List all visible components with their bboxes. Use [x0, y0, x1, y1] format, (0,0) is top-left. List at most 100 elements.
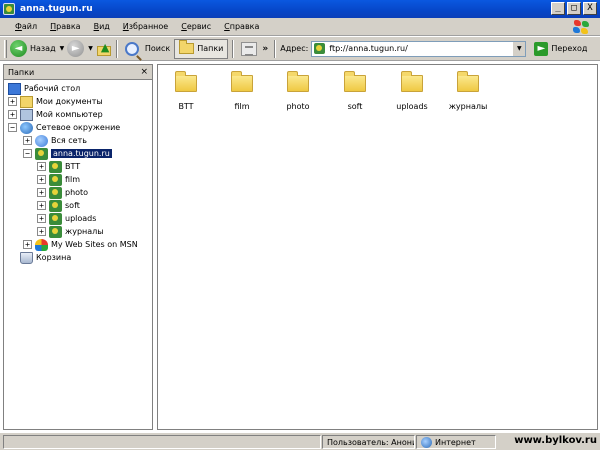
menu-file[interactable]: Файл [15, 22, 37, 31]
tree-item-label: Сетевое окружение [36, 123, 121, 132]
menu-view[interactable]: Вид [94, 22, 110, 31]
tree-item-label: Вся сеть [51, 136, 87, 145]
ftp-site-icon [3, 3, 15, 15]
tree-item-recycle-bin[interactable]: Корзина [20, 251, 71, 264]
tree-item-label: Мои документы [36, 97, 103, 106]
folder-item-film[interactable]: film [214, 69, 270, 119]
go-arrow-icon: ► [534, 41, 549, 56]
tree-item-soft[interactable]: + soft [37, 199, 80, 212]
folder-item-soft[interactable]: soft [327, 69, 383, 119]
folder-item-btt[interactable]: BTT [158, 69, 214, 119]
tree-item-label: Корзина [36, 253, 72, 262]
go-button[interactable]: ► Переход [529, 39, 587, 59]
back-button[interactable]: ◄ Назад ▼ [10, 39, 64, 59]
tree-item-photo[interactable]: + photo [37, 186, 88, 199]
expand-icon[interactable]: + [37, 227, 46, 236]
back-dropdown-icon[interactable]: ▼ [60, 45, 65, 52]
tree-item-label: My Web Sites on MSN [51, 240, 138, 249]
toolbar-separator [274, 39, 277, 58]
back-arrow-icon: ◄ [10, 40, 27, 57]
tree-item-film[interactable]: + film [37, 173, 80, 186]
tree-item-my-computer[interactable]: + Мой компьютер [8, 108, 103, 121]
status-panel-main [3, 435, 321, 449]
address-label: Адрес: [280, 44, 309, 53]
expand-icon[interactable]: + [37, 201, 46, 210]
folder-item-photo[interactable]: photo [270, 69, 326, 119]
collapse-icon[interactable]: − [8, 123, 17, 132]
minimize-button[interactable]: _ [551, 2, 565, 15]
expand-icon[interactable]: + [23, 136, 32, 145]
close-button[interactable]: X [583, 2, 597, 15]
window-title: anna.tugun.ru [20, 4, 93, 14]
tree-item-desktop[interactable]: Рабочий стол [8, 82, 80, 95]
toolbar-separator [115, 39, 118, 58]
views-button[interactable] [241, 39, 258, 59]
content-pane: BTT film photo soft uploads журналы [157, 64, 598, 430]
forward-button[interactable]: ► ▼ [67, 39, 93, 59]
expand-icon[interactable]: + [37, 188, 46, 197]
views-icon [241, 41, 258, 56]
folder-icon [287, 71, 309, 92]
folder-item-uploads[interactable]: uploads [384, 69, 440, 119]
tree-item-uploads[interactable]: + uploads [37, 212, 96, 225]
ftp-site-icon [314, 43, 326, 54]
menu-favorites[interactable]: Избранное [123, 22, 168, 31]
toolbar-grip[interactable] [4, 39, 7, 58]
address-dropdown-icon[interactable]: ▼ [512, 41, 526, 56]
folder-item-journals[interactable]: журналы [440, 69, 496, 119]
expand-icon[interactable]: + [8, 110, 17, 119]
folder-icon [344, 71, 366, 92]
toolbar-separator [232, 39, 235, 58]
collapse-icon[interactable]: − [23, 149, 32, 158]
ftp-folder-icon [49, 199, 62, 212]
title-bar: anna.tugun.ru _ □ X [0, 0, 600, 18]
search-icon [124, 41, 139, 56]
folder-icon [231, 71, 253, 92]
forward-dropdown-icon[interactable]: ▼ [88, 45, 93, 52]
expand-icon[interactable]: + [23, 240, 32, 249]
up-button[interactable]: ▲ [96, 39, 112, 59]
ftp-folder-icon [49, 173, 62, 186]
windows-logo-icon [572, 19, 590, 35]
expand-icon[interactable]: + [37, 162, 46, 171]
folder-up-icon: ▲ [96, 41, 112, 57]
tree-item-btt[interactable]: + BTT [37, 160, 80, 173]
address-value: ftp://anna.tugun.ru/ [329, 44, 408, 53]
watermark: www.bylkov.ru [514, 435, 597, 446]
address-input[interactable]: ftp://anna.tugun.ru/ ▼ [311, 40, 527, 57]
folders-pane: Папки × Рабочий стол + Мои документы + М… [3, 64, 153, 430]
folder-icon [457, 71, 479, 92]
search-button[interactable]: Поиск [124, 39, 171, 59]
network-icon [20, 121, 33, 134]
folder-icon [401, 71, 423, 92]
more-chevron-icon[interactable]: » [262, 44, 268, 54]
expand-icon[interactable]: + [37, 214, 46, 223]
tree-item-network[interactable]: − Сетевое окружение [8, 121, 120, 134]
ftp-folder-icon [49, 212, 62, 225]
status-user: Пользователь: Аноним [322, 435, 415, 449]
status-zone-text: Интернет [435, 437, 476, 447]
menu-help[interactable]: Справка [224, 22, 259, 31]
forward-arrow-icon: ► [67, 40, 85, 57]
close-pane-icon[interactable]: × [140, 67, 148, 77]
tree-item-entire-network[interactable]: + Вся сеть [23, 134, 87, 147]
folder-name: BTT [178, 102, 194, 111]
expand-icon[interactable]: + [37, 175, 46, 184]
tree-item-ftp-site[interactable]: − anna.tugun.ru [23, 147, 112, 160]
maximize-button[interactable]: □ [567, 2, 581, 15]
expand-icon[interactable]: + [8, 97, 17, 106]
folders-label: Папки [197, 44, 224, 53]
tree-item-label: uploads [65, 214, 97, 223]
folder-name: film [234, 102, 250, 111]
tree-item-msn-sites[interactable]: + My Web Sites on MSN [23, 238, 138, 251]
ftp-folder-icon [49, 160, 62, 173]
menu-edit[interactable]: Правка [50, 22, 80, 31]
recycle-bin-icon [20, 251, 33, 264]
menu-tools[interactable]: Сервис [181, 22, 211, 31]
go-label: Переход [551, 44, 588, 53]
tree-item-journals[interactable]: + журналы [37, 225, 104, 238]
ftp-site-icon [35, 147, 48, 160]
search-label: Поиск [144, 44, 171, 53]
folders-button[interactable]: Папки [174, 38, 229, 59]
tree-item-my-documents[interactable]: + Мои документы [8, 95, 103, 108]
